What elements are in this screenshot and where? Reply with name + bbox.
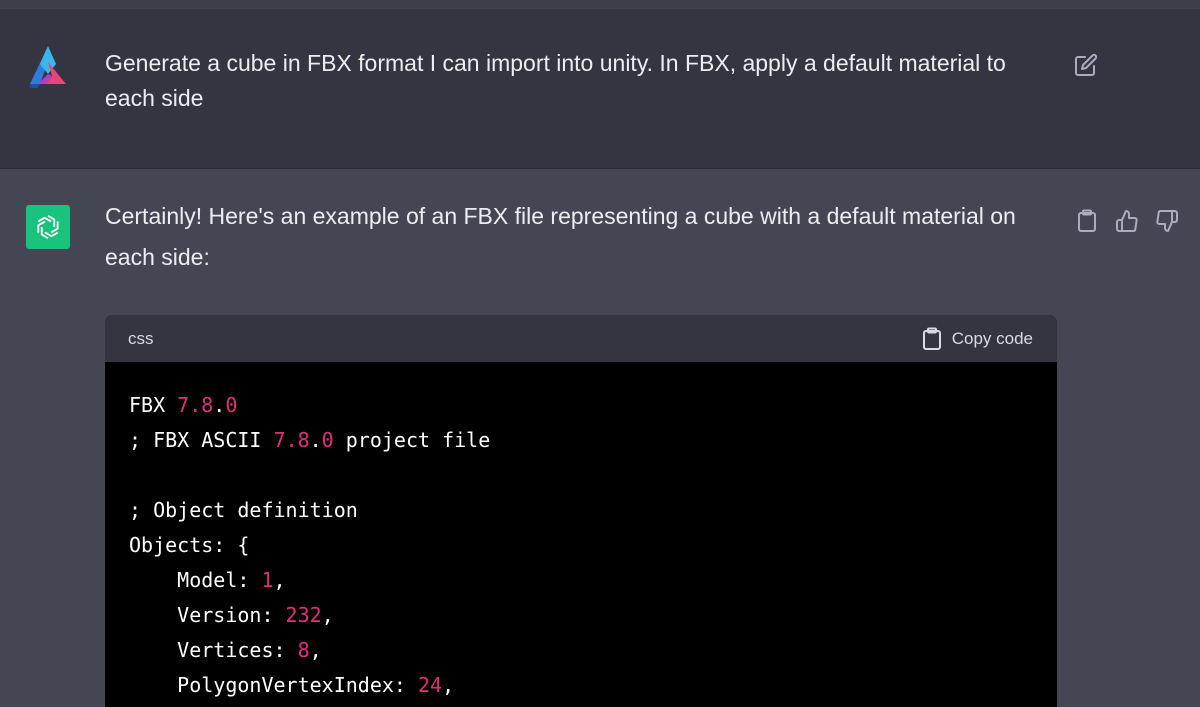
thumbs-up-icon <box>1116 210 1138 232</box>
code-number-token: 24 <box>417 673 443 697</box>
assistant-message-text: Certainly! Here's an example of an FBX f… <box>105 203 1016 270</box>
code-body: FBX 7.8.0; FBX ASCII 7.8.0 project file;… <box>105 362 1057 703</box>
thumbs-up-button[interactable] <box>1113 207 1141 235</box>
clipboard-icon <box>922 327 941 350</box>
code-text-token: , <box>321 603 334 627</box>
copy-response-button[interactable] <box>1073 207 1101 235</box>
code-number-token: 0 <box>225 393 238 417</box>
code-text-token: FBX <box>129 393 178 417</box>
clipboard-icon <box>1078 209 1096 232</box>
code-line: Version: 232, <box>129 598 1033 633</box>
code-text-token: , <box>273 568 286 592</box>
code-text-token: ; Object definition <box>129 498 358 522</box>
code-text-token: ; FBX ASCII <box>129 428 274 452</box>
code-language-label: css <box>128 328 154 348</box>
thumbs-down-button[interactable] <box>1153 207 1181 235</box>
code-text-token: , <box>442 673 455 697</box>
code-text-token: . <box>213 393 226 417</box>
code-line: FBX 7.8.0 <box>129 388 1033 423</box>
code-line: Vertices: 8, <box>129 633 1033 668</box>
edit-icon <box>1075 53 1098 76</box>
user-logo-icon <box>30 46 66 88</box>
code-line: ; FBX ASCII 7.8.0 project file <box>129 423 1033 458</box>
assistant-avatar <box>26 205 70 249</box>
code-text-token: , <box>309 638 322 662</box>
edit-button[interactable] <box>1072 51 1100 79</box>
code-text-token: Vertices: <box>129 638 298 662</box>
code-number-token: 0 <box>321 428 334 452</box>
user-message-text: Generate a cube in FBX format I can impo… <box>105 50 1006 111</box>
code-line: ; Object definition <box>129 493 1033 528</box>
code-text-token: . <box>309 428 322 452</box>
code-line: PolygonVertexIndex: 24, <box>129 668 1033 703</box>
copy-code-label: Copy code <box>951 328 1033 348</box>
code-number-token: 232 <box>285 603 322 627</box>
code-text-token: Model: <box>129 568 262 592</box>
assistant-message-row: Certainly! Here's an example of an FBX f… <box>0 169 1200 707</box>
code-header: css Copy code <box>105 315 1057 362</box>
code-line: Objects: { <box>129 528 1033 563</box>
code-text-token: project file <box>333 428 491 452</box>
code-text-token: Objects: { <box>129 533 250 557</box>
code-text-token: PolygonVertexIndex: <box>129 673 418 697</box>
user-avatar <box>26 44 70 90</box>
top-strip <box>0 0 1200 9</box>
code-number-token: 7.8 <box>273 428 310 452</box>
code-number-token: 8 <box>297 638 310 662</box>
code-text-token: Version: <box>129 603 286 627</box>
openai-logo-icon <box>37 214 59 240</box>
code-line: Model: 1, <box>129 563 1033 598</box>
user-message-row: Generate a cube in FBX format I can impo… <box>0 9 1200 169</box>
code-number-token: 1 <box>261 568 274 592</box>
copy-code-button[interactable]: Copy code <box>922 327 1033 351</box>
code-block: css Copy code FBX 7.8.0; FBX ASCII 7.8.0… <box>105 315 1057 707</box>
thumbs-down-icon <box>1156 210 1178 232</box>
code-number-token: 7.8 <box>177 393 214 417</box>
